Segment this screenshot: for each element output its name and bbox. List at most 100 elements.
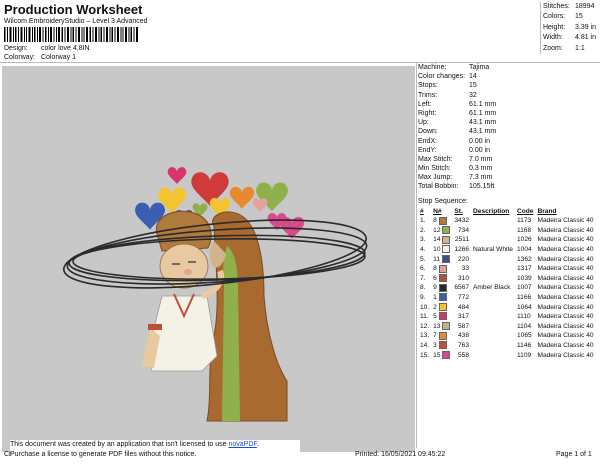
row-index: 15. <box>420 351 430 359</box>
thread-code: 1109 <box>516 351 532 359</box>
novapdf-link[interactable]: novaPDF <box>228 441 256 448</box>
row-index: 10. <box>420 303 430 311</box>
machine-label: Stops: <box>418 82 438 90</box>
color-swatch <box>438 216 447 225</box>
machine-label: Right: <box>418 109 437 117</box>
row-index: 13. <box>420 332 430 340</box>
thread-code: 1039 <box>516 274 532 282</box>
stat-value: 18994 <box>575 3 595 10</box>
stitch-count: 310 <box>458 274 470 282</box>
thread-brand: Madeira Classic 40 <box>537 274 594 282</box>
color-swatch <box>438 331 447 340</box>
thread-description <box>471 264 515 274</box>
colorway-row: Colorway: Colorway 1 <box>4 54 76 61</box>
barcode <box>4 27 138 42</box>
needle-number: 7 <box>433 332 437 340</box>
stitch-count: 33 <box>461 265 470 273</box>
machine-label: Color changes: <box>418 73 466 81</box>
needle-cell: 13 <box>431 322 452 332</box>
needle-number: 11 <box>433 255 441 263</box>
machine-value: 61.1 mm <box>469 109 497 117</box>
thread-brand: Madeira Classic 40 <box>537 265 594 273</box>
stitch-count: 438 <box>458 332 470 340</box>
stitch-count: 220 <box>458 255 470 263</box>
machine-row: Max Jump: 7.3 mm <box>418 173 496 182</box>
thread-code: 1026 <box>516 236 532 244</box>
printed-timestamp: Printed: 16/05/2021 09:45:22 <box>355 451 446 458</box>
machine-label: Trims: <box>418 91 438 99</box>
thread-code: 1064 <box>516 303 532 311</box>
machine-label: Max Jump: <box>418 174 453 182</box>
needle-number: 2 <box>433 303 437 311</box>
machine-row: Up: 43.1 mm <box>418 118 496 127</box>
license-notice: This document was created by an applicat… <box>10 440 300 460</box>
needle-number: 15 <box>433 351 441 359</box>
needle-cell: 10 <box>431 245 452 255</box>
color-swatch <box>438 293 447 302</box>
column-header: Description <box>473 208 510 215</box>
column-header: # <box>420 208 424 215</box>
needle-cell: 15 <box>431 350 452 360</box>
column-header: St. <box>454 208 463 215</box>
stat-label: Stitches: <box>543 3 570 10</box>
thread-code: 1146 <box>516 342 532 350</box>
thread-description: Amber Black <box>473 284 511 292</box>
colorway-value: Colorway 1 <box>40 54 76 61</box>
thread-description <box>471 312 515 322</box>
machine-row: EndY: 0.00 in <box>418 146 496 155</box>
row-index: 11. <box>420 313 429 321</box>
machine-info: Machine: Tajima Color changes: 14 Stops: 15 Tr… <box>418 63 496 192</box>
machine-value: 0.00 in <box>469 137 491 145</box>
stat-value: 4.81 in <box>575 34 597 42</box>
needle-number: 1 <box>433 294 437 302</box>
stop-sequence-table: # N# St. Description Code Brand 1. 8 3432 1173 M… <box>418 207 596 360</box>
stat-label: Zoom: <box>543 44 563 52</box>
machine-label: Min Stitch: <box>418 165 451 173</box>
row-index: 2. <box>420 226 426 234</box>
thread-description <box>471 226 515 236</box>
machine-value: Tajima <box>469 64 490 71</box>
machine-value: 43.1 mm <box>469 119 497 127</box>
stat-row: Zoom: 1:1 <box>543 44 600 54</box>
boy-figure <box>142 210 224 372</box>
table-row: 1. 8 3432 1173 Madeira Classic 40 <box>418 216 596 226</box>
notice-text: This document was created by an applicat… <box>10 441 229 448</box>
table-row: 8. 9 6567 Amber Black 1007 Madeira Classic 4… <box>418 283 596 293</box>
color-swatch <box>438 264 447 273</box>
machine-label: Max Stitch: <box>418 155 453 163</box>
design-value: color love 4,8IN <box>40 45 90 52</box>
page-number: Page 1 of 1 <box>556 451 592 458</box>
table-row: 9. 1 772 1166 Madeira Classic 40 <box>418 293 596 303</box>
stat-row: Height: 3.39 in <box>543 23 600 33</box>
stat-row: Stitches: 18994 <box>543 2 600 12</box>
thread-description <box>471 293 515 303</box>
stat-row: Width: 4.81 in <box>543 33 600 43</box>
thread-code: 1166 <box>516 294 532 302</box>
machine-row: Machine: Tajima <box>418 63 496 72</box>
row-index: 14. <box>420 342 430 350</box>
needle-number: 6 <box>433 274 437 282</box>
color-swatch <box>438 302 447 311</box>
thread-description <box>471 331 515 341</box>
thread-brand: Madeira Classic 40 <box>537 284 594 292</box>
machine-label: EndX: <box>418 137 438 145</box>
thread-brand: Madeira Classic 40 <box>537 217 594 225</box>
color-swatch <box>441 254 450 263</box>
thread-description <box>471 302 515 312</box>
thread-code: 1004 <box>516 246 532 254</box>
needle-cell: 14 <box>431 235 452 245</box>
thread-description <box>471 274 515 284</box>
machine-value: 0.00 in <box>469 146 491 154</box>
stop-sequence-header: # N# St. Description Code Brand <box>418 207 596 216</box>
machine-row: Right: 61.1 mm <box>418 109 496 118</box>
stitch-count: 3432 <box>454 217 470 225</box>
thread-brand: Madeira Classic 40 <box>537 246 594 254</box>
thread-brand: Madeira Classic 40 <box>537 303 594 311</box>
machine-value: 14 <box>469 73 477 81</box>
header-divider <box>0 62 600 63</box>
table-row: 12. 13 587 1104 Madeira Classic 40 <box>418 322 596 332</box>
color-swatch <box>442 245 451 254</box>
needle-number: 10 <box>433 246 441 254</box>
needle-number: 3 <box>433 342 437 350</box>
table-row: 3. 14 2511 1026 Madeira Classic 40 <box>418 235 596 245</box>
